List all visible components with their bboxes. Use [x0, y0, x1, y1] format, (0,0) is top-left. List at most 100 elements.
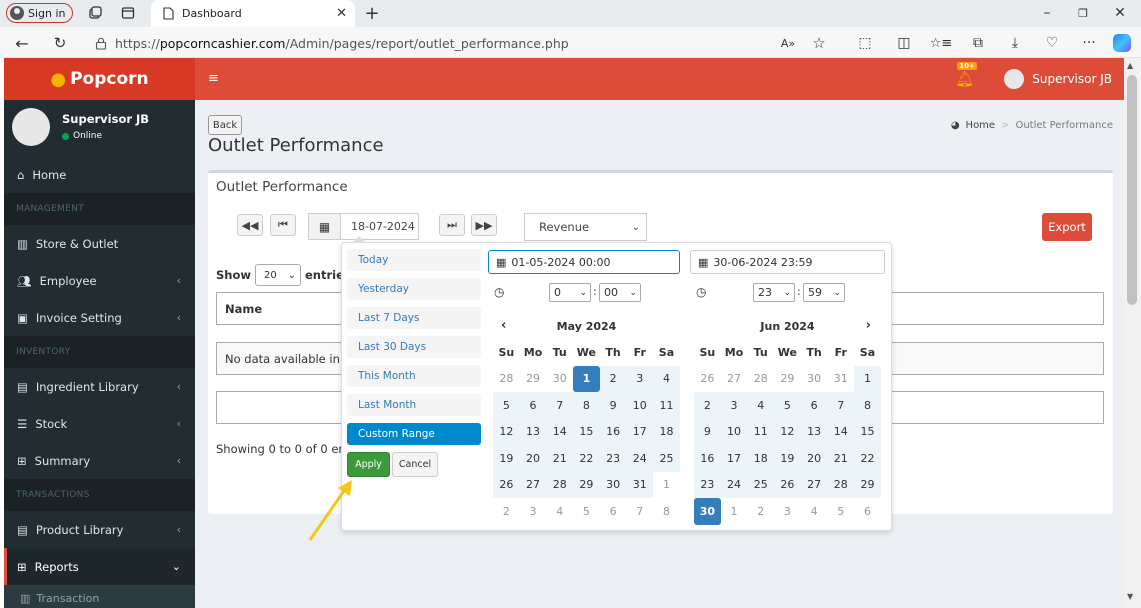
- downloads-icon[interactable]: ⤓: [1006, 34, 1024, 52]
- calendar-day[interactable]: 28: [493, 365, 520, 392]
- calendar-day[interactable]: 15: [854, 418, 881, 445]
- calendar-day[interactable]: 5: [774, 392, 801, 419]
- export-button[interactable]: Export: [1042, 213, 1092, 241]
- calendar-day[interactable]: 2: [599, 365, 627, 392]
- calendar-day[interactable]: 18: [747, 445, 775, 472]
- calendar-day[interactable]: 10: [720, 418, 748, 445]
- calendar-day[interactable]: 26: [694, 365, 721, 392]
- read-aloud-icon[interactable]: A»: [779, 34, 797, 52]
- calendar-day[interactable]: 30: [800, 365, 828, 392]
- range-option[interactable]: Yesterday: [347, 278, 481, 300]
- calendar-day[interactable]: 23: [694, 471, 721, 498]
- previous-period-button[interactable]: ⏮︎: [270, 214, 296, 236]
- minimize-icon[interactable]: –: [1040, 5, 1054, 21]
- range-option[interactable]: Custom Range: [347, 423, 481, 445]
- start-hour-select[interactable]: 0 ⌄: [549, 283, 591, 302]
- range-option[interactable]: Last Month: [347, 394, 481, 416]
- calendar-day[interactable]: 30: [599, 471, 627, 498]
- calendar-day[interactable]: 4: [546, 498, 574, 525]
- calendar-day[interactable]: 5: [827, 498, 855, 525]
- calendar-day[interactable]: 13: [519, 418, 547, 445]
- calendar-day[interactable]: 3: [519, 498, 547, 525]
- extensions-icon[interactable]: ⬚: [856, 34, 874, 52]
- close-tab-icon[interactable]: ✕: [336, 6, 347, 21]
- calendar-day[interactable]: 4: [800, 498, 828, 525]
- range-option[interactable]: This Month: [347, 365, 481, 387]
- calendar-day[interactable]: 8: [653, 498, 680, 525]
- calendar-day[interactable]: 29: [774, 365, 801, 392]
- calendar-day[interactable]: 4: [653, 365, 680, 392]
- calendar-day[interactable]: 3: [774, 498, 801, 525]
- calendar-day[interactable]: 11: [747, 418, 775, 445]
- metric-select[interactable]: Revenue ⌄: [524, 213, 647, 241]
- prev-month-icon[interactable]: ‹: [501, 318, 506, 333]
- calendar-day[interactable]: 31: [827, 365, 855, 392]
- scrollbar-thumb[interactable]: [1127, 75, 1137, 305]
- range-option[interactable]: Last 7 Days: [347, 307, 481, 329]
- calendar-day[interactable]: 6: [854, 498, 881, 525]
- calendar-day[interactable]: 27: [519, 471, 547, 498]
- range-option[interactable]: Today: [347, 249, 481, 271]
- app-logo[interactable]: ● Popcorn: [4, 58, 195, 100]
- bell-icon[interactable]: 🔔︎ 10+: [955, 62, 977, 88]
- calendar-day[interactable]: 29: [519, 365, 547, 392]
- calendar-day[interactable]: 31: [626, 471, 654, 498]
- favorites-icon[interactable]: ☆≡: [930, 34, 953, 52]
- calendar-day[interactable]: 11: [653, 392, 680, 419]
- calendar-day[interactable]: 7: [626, 498, 654, 525]
- calendar-day[interactable]: 1: [573, 365, 600, 392]
- browser-tab-dashboard[interactable]: Dashboard ✕: [151, 0, 355, 27]
- calendar-day[interactable]: 29: [573, 471, 600, 498]
- calendar-day[interactable]: 24: [720, 471, 748, 498]
- calendar-day[interactable]: 15: [573, 418, 600, 445]
- start-datetime-input[interactable]: ▦ 01-05-2024 00:00: [488, 250, 680, 274]
- calendar-day[interactable]: 5: [573, 498, 600, 525]
- calendar-day[interactable]: 9: [694, 418, 721, 445]
- scroll-down-icon[interactable]: ▼: [1127, 592, 1133, 601]
- calendar-day[interactable]: 21: [546, 445, 574, 472]
- copilot-icon[interactable]: [1113, 34, 1131, 52]
- calendar-day[interactable]: 1: [720, 498, 748, 525]
- browser-essentials-icon[interactable]: ♡: [1043, 34, 1061, 52]
- calendar-day[interactable]: 25: [653, 445, 680, 472]
- more-menu-icon[interactable]: ···: [1080, 34, 1098, 52]
- calendar-day[interactable]: 23: [599, 445, 627, 472]
- calendar-day[interactable]: 18: [653, 418, 680, 445]
- first-period-button[interactable]: ◀◀: [237, 214, 263, 236]
- apply-button[interactable]: Apply: [347, 452, 390, 477]
- calendar-day[interactable]: 6: [599, 498, 627, 525]
- calendar-day[interactable]: 6: [519, 392, 547, 419]
- back-button[interactable]: Back: [208, 115, 242, 135]
- calendar-day[interactable]: 28: [747, 365, 775, 392]
- calendar-day[interactable]: 2: [747, 498, 775, 525]
- end-minute-select[interactable]: 59 ⌄: [803, 283, 845, 302]
- favorite-star-icon[interactable]: ☆: [810, 34, 828, 52]
- calendar-day[interactable]: 10: [626, 392, 654, 419]
- calendar-day[interactable]: 19: [774, 445, 801, 472]
- sidebar-item-stock[interactable]: ☰ Stock ‹: [4, 405, 195, 442]
- calendar-day[interactable]: 26: [774, 471, 801, 498]
- sidebar-item-ingredient-library[interactable]: ▤ Ingredient Library ‹: [4, 368, 195, 405]
- last-period-button[interactable]: ▶▶: [471, 214, 497, 236]
- calendar-day[interactable]: 30: [694, 498, 721, 525]
- calendar-day[interactable]: 17: [626, 418, 654, 445]
- calendar-day[interactable]: 27: [720, 365, 748, 392]
- new-tab-icon[interactable]: +: [364, 3, 380, 24]
- calendar-day[interactable]: 2: [493, 498, 520, 525]
- calendar-day[interactable]: 6: [800, 392, 828, 419]
- back-arrow-icon[interactable]: ←: [13, 34, 31, 53]
- calendar-day[interactable]: 20: [800, 445, 828, 472]
- sidebar-item-summary[interactable]: ⊞ Summary ‹: [4, 442, 195, 479]
- split-screen-icon[interactable]: ◫: [895, 34, 913, 52]
- hamburger-menu-icon[interactable]: ≡: [208, 71, 219, 86]
- calendar-day[interactable]: 17: [720, 445, 748, 472]
- calendar-day[interactable]: 16: [694, 445, 721, 472]
- calendar-day[interactable]: 5: [493, 392, 520, 419]
- calendar-day[interactable]: 30: [546, 365, 574, 392]
- calendar-day[interactable]: 3: [720, 392, 748, 419]
- calendar-day[interactable]: 2: [694, 392, 721, 419]
- sidebar-item-home[interactable]: ⌂ Home: [4, 156, 195, 193]
- page-length-select[interactable]: 20 ⌄: [255, 264, 301, 286]
- calendar-day[interactable]: 7: [827, 392, 855, 419]
- sidebar-item-store-outlet[interactable]: ▥ Store & Outlet: [4, 225, 195, 262]
